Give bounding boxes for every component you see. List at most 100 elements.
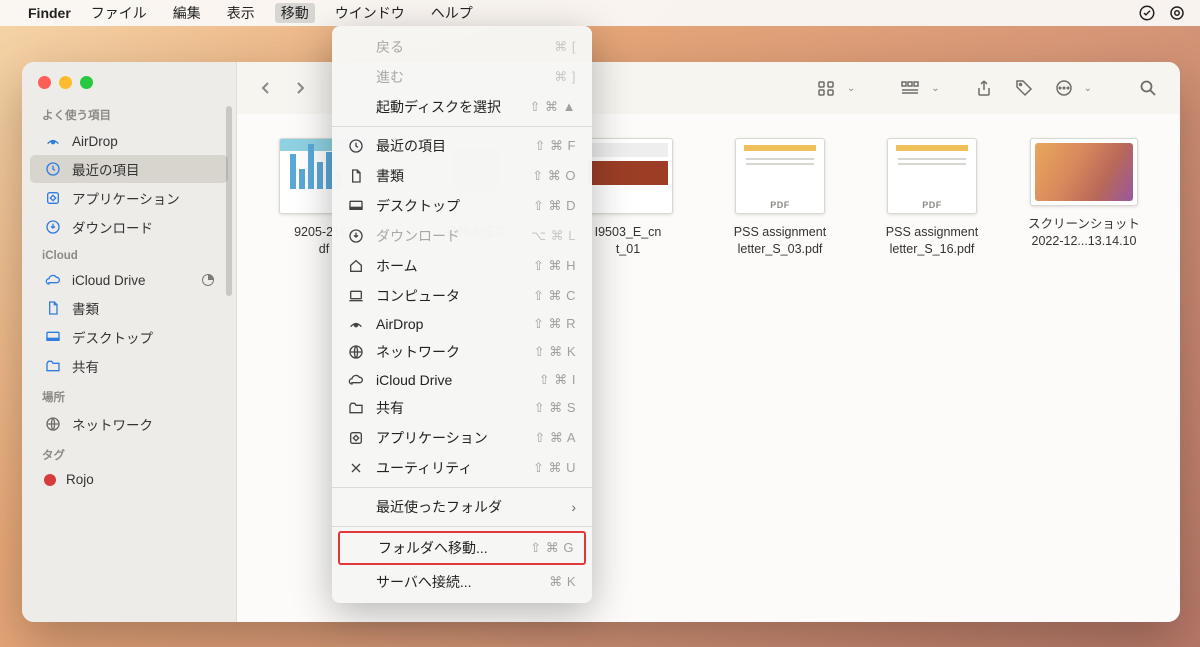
menu-item-label: サーバへ接続... bbox=[376, 572, 537, 592]
sidebar-item-label: 共有 bbox=[72, 356, 99, 376]
sidebar-section-label: タグ bbox=[22, 439, 236, 467]
airdrop-icon bbox=[44, 132, 62, 150]
chevron-down-icon[interactable]: ⌄ bbox=[847, 83, 855, 94]
file-item[interactable]: PSS assignmentletter_S_16.pdf bbox=[863, 138, 1001, 258]
sidebar-item-共有[interactable]: 共有 bbox=[30, 352, 228, 380]
menu-item-iCloud Drive[interactable]: iCloud Drive ⇧ ⌘ I bbox=[332, 367, 592, 393]
file-name: PSS assignmentletter_S_16.pdf bbox=[886, 224, 978, 258]
util-icon bbox=[348, 460, 364, 476]
menu-編集[interactable]: 編集 bbox=[167, 3, 207, 23]
sidebar-item-ダウンロード[interactable]: ダウンロード bbox=[30, 213, 228, 241]
sidebar-item-label: Rojo bbox=[66, 472, 94, 487]
sidebar-item-iCloud Drive[interactable]: iCloud Drive bbox=[30, 267, 228, 293]
menu-item-最近使ったフォルダ[interactable]: 最近使ったフォルダ› bbox=[332, 492, 592, 522]
menu-item-ネットワーク[interactable]: ネットワーク ⇧ ⌘ K bbox=[332, 337, 592, 367]
file-name: スクリーンショット2022-12...13.14.10 bbox=[1028, 216, 1140, 250]
menu-item-デスクトップ[interactable]: デスクトップ⇧ ⌘ D bbox=[332, 191, 592, 221]
finder-window: よく使う項目AirDrop最近の項目アプリケーションダウンロードiCloudiC… bbox=[22, 62, 1180, 622]
back-button[interactable] bbox=[253, 75, 279, 101]
menu-表示[interactable]: 表示 bbox=[221, 3, 261, 23]
menu-ウインドウ[interactable]: ウインドウ bbox=[329, 3, 411, 23]
tag-red-icon bbox=[44, 474, 56, 486]
action-button[interactable] bbox=[1048, 74, 1080, 102]
file-item[interactable]: スクリーンショット2022-12...13.14.10 bbox=[1015, 138, 1153, 258]
share-button[interactable] bbox=[968, 74, 1000, 102]
pdf-thumb bbox=[735, 138, 825, 214]
menu-item-label: iCloud Drive bbox=[376, 372, 527, 388]
sidebar-item-ネットワーク[interactable]: ネットワーク bbox=[30, 410, 228, 438]
menu-item-フォルダへ移動...[interactable]: フォルダへ移動... ⇧ ⌘ G bbox=[340, 533, 584, 563]
zoom-button[interactable] bbox=[80, 76, 93, 89]
menu-item-最近の項目[interactable]: 最近の項目⇧ ⌘ F bbox=[332, 131, 592, 161]
menu-item-label: ネットワーク bbox=[376, 342, 522, 362]
sidebar-item-label: 書類 bbox=[72, 298, 99, 318]
menu-item-AirDrop[interactable]: AirDrop⇧ ⌘ R bbox=[332, 311, 592, 337]
pdf-thumb bbox=[887, 138, 977, 214]
shortcut: ⇧ ⌘ I bbox=[539, 372, 576, 388]
search-button[interactable] bbox=[1132, 74, 1164, 102]
shortcut: ⇧ ⌘ K bbox=[534, 344, 576, 360]
sidebar-item-label: 最近の項目 bbox=[72, 159, 140, 179]
sidebar-item-書類[interactable]: 書類 bbox=[30, 294, 228, 322]
menu-item-起動ディスクを選択[interactable]: 起動ディスクを選択 ⇧ ⌘ ▲ bbox=[332, 92, 592, 122]
close-button[interactable] bbox=[38, 76, 51, 89]
shortcut: ⇧ ⌘ S bbox=[534, 400, 576, 416]
sidebar-item-label: ネットワーク bbox=[72, 414, 153, 434]
file-item[interactable]: PSS assignmentletter_S_03.pdf bbox=[711, 138, 849, 258]
menu-item-ユーティリティ[interactable]: ユーティリティ ⇧ ⌘ U bbox=[332, 453, 592, 483]
minimize-button[interactable] bbox=[59, 76, 72, 89]
screenshot-thumb bbox=[1030, 138, 1138, 206]
sidebar: よく使う項目AirDrop最近の項目アプリケーションダウンロードiCloudiC… bbox=[22, 62, 237, 622]
menu-item-label: コンピュータ bbox=[376, 286, 521, 306]
menu-item-label: 起動ディスクを選択 bbox=[376, 97, 518, 117]
clock-icon bbox=[44, 160, 62, 178]
menu-item-アプリケーション[interactable]: アプリケーション⇧ ⌘ A bbox=[332, 423, 592, 453]
file-name: I9503_E_cnt_01 bbox=[595, 224, 662, 258]
shortcut: ⇧ ⌘ ▲ bbox=[530, 99, 576, 115]
menu-item-戻る: 戻る⌘ [ bbox=[332, 32, 592, 62]
menu-item-label: 最近使ったフォルダ bbox=[376, 497, 559, 517]
doc-thumb bbox=[583, 138, 673, 214]
group-button[interactable] bbox=[895, 74, 927, 102]
menu-ファイル[interactable]: ファイル bbox=[85, 3, 153, 23]
shortcut: ⌘ [ bbox=[554, 39, 576, 55]
menu-item-label: 最近の項目 bbox=[376, 136, 522, 156]
sidebar-item-Rojo[interactable]: Rojo bbox=[30, 468, 228, 491]
globe-icon bbox=[348, 344, 364, 360]
menu-item-共有[interactable]: 共有⇧ ⌘ S bbox=[332, 393, 592, 423]
app-name[interactable]: Finder bbox=[28, 5, 71, 21]
menu-item-サーバへ接続...[interactable]: サーバへ接続...⌘ K bbox=[332, 567, 592, 597]
chevron-down-icon[interactable]: ⌄ bbox=[931, 83, 939, 94]
menu-item-label: フォルダへ移動... bbox=[378, 538, 518, 558]
menu-item-ホーム[interactable]: ホーム⇧ ⌘ H bbox=[332, 251, 592, 281]
forward-button[interactable] bbox=[287, 75, 313, 101]
window-controls bbox=[22, 62, 236, 99]
shortcut: ⇧ ⌘ G bbox=[530, 540, 574, 556]
desk-icon bbox=[348, 198, 364, 214]
menu-item-label: ダウンロード bbox=[376, 226, 519, 246]
sidebar-item-最近の項目[interactable]: 最近の項目 bbox=[30, 155, 228, 183]
status-icon[interactable] bbox=[1138, 4, 1156, 22]
shortcut: ⇧ ⌘ U bbox=[533, 460, 576, 476]
view-icons-button[interactable] bbox=[811, 74, 843, 102]
file-name: PSS assignmentletter_S_03.pdf bbox=[734, 224, 826, 258]
sidebar-scrollbar[interactable] bbox=[226, 106, 232, 296]
menu-item-label: ユーティリティ bbox=[376, 458, 521, 478]
menu-item-コンピュータ[interactable]: コンピュータ⇧ ⌘ C bbox=[332, 281, 592, 311]
sidebar-item-label: iCloud Drive bbox=[72, 273, 146, 288]
clock-icon bbox=[348, 138, 364, 154]
highlighted-menu-item: フォルダへ移動... ⇧ ⌘ G bbox=[338, 531, 586, 565]
sidebar-item-デスクトップ[interactable]: デスクトップ bbox=[30, 323, 228, 351]
menu-移動[interactable]: 移動 bbox=[275, 3, 315, 23]
chevron-down-icon[interactable]: ⌄ bbox=[1084, 83, 1092, 94]
menu-item-label: 書類 bbox=[376, 166, 520, 186]
menu-ヘルプ[interactable]: ヘルプ bbox=[425, 3, 479, 23]
go-menu-dropdown: 戻る⌘ [進む⌘ ]起動ディスクを選択⇧ ⌘ ▲最近の項目⇧ ⌘ F書類⇧ ⌘ … bbox=[332, 26, 592, 603]
sidebar-item-アプリケーション[interactable]: アプリケーション bbox=[30, 184, 228, 212]
tag-button[interactable] bbox=[1008, 74, 1040, 102]
menu-item-書類[interactable]: 書類⇧ ⌘ O bbox=[332, 161, 592, 191]
menu-item-label: 進む bbox=[376, 67, 542, 87]
sidebar-item-AirDrop[interactable]: AirDrop bbox=[30, 128, 228, 154]
control-center-icon[interactable] bbox=[1168, 4, 1186, 22]
sidebar-item-label: アプリケーション bbox=[72, 188, 180, 208]
